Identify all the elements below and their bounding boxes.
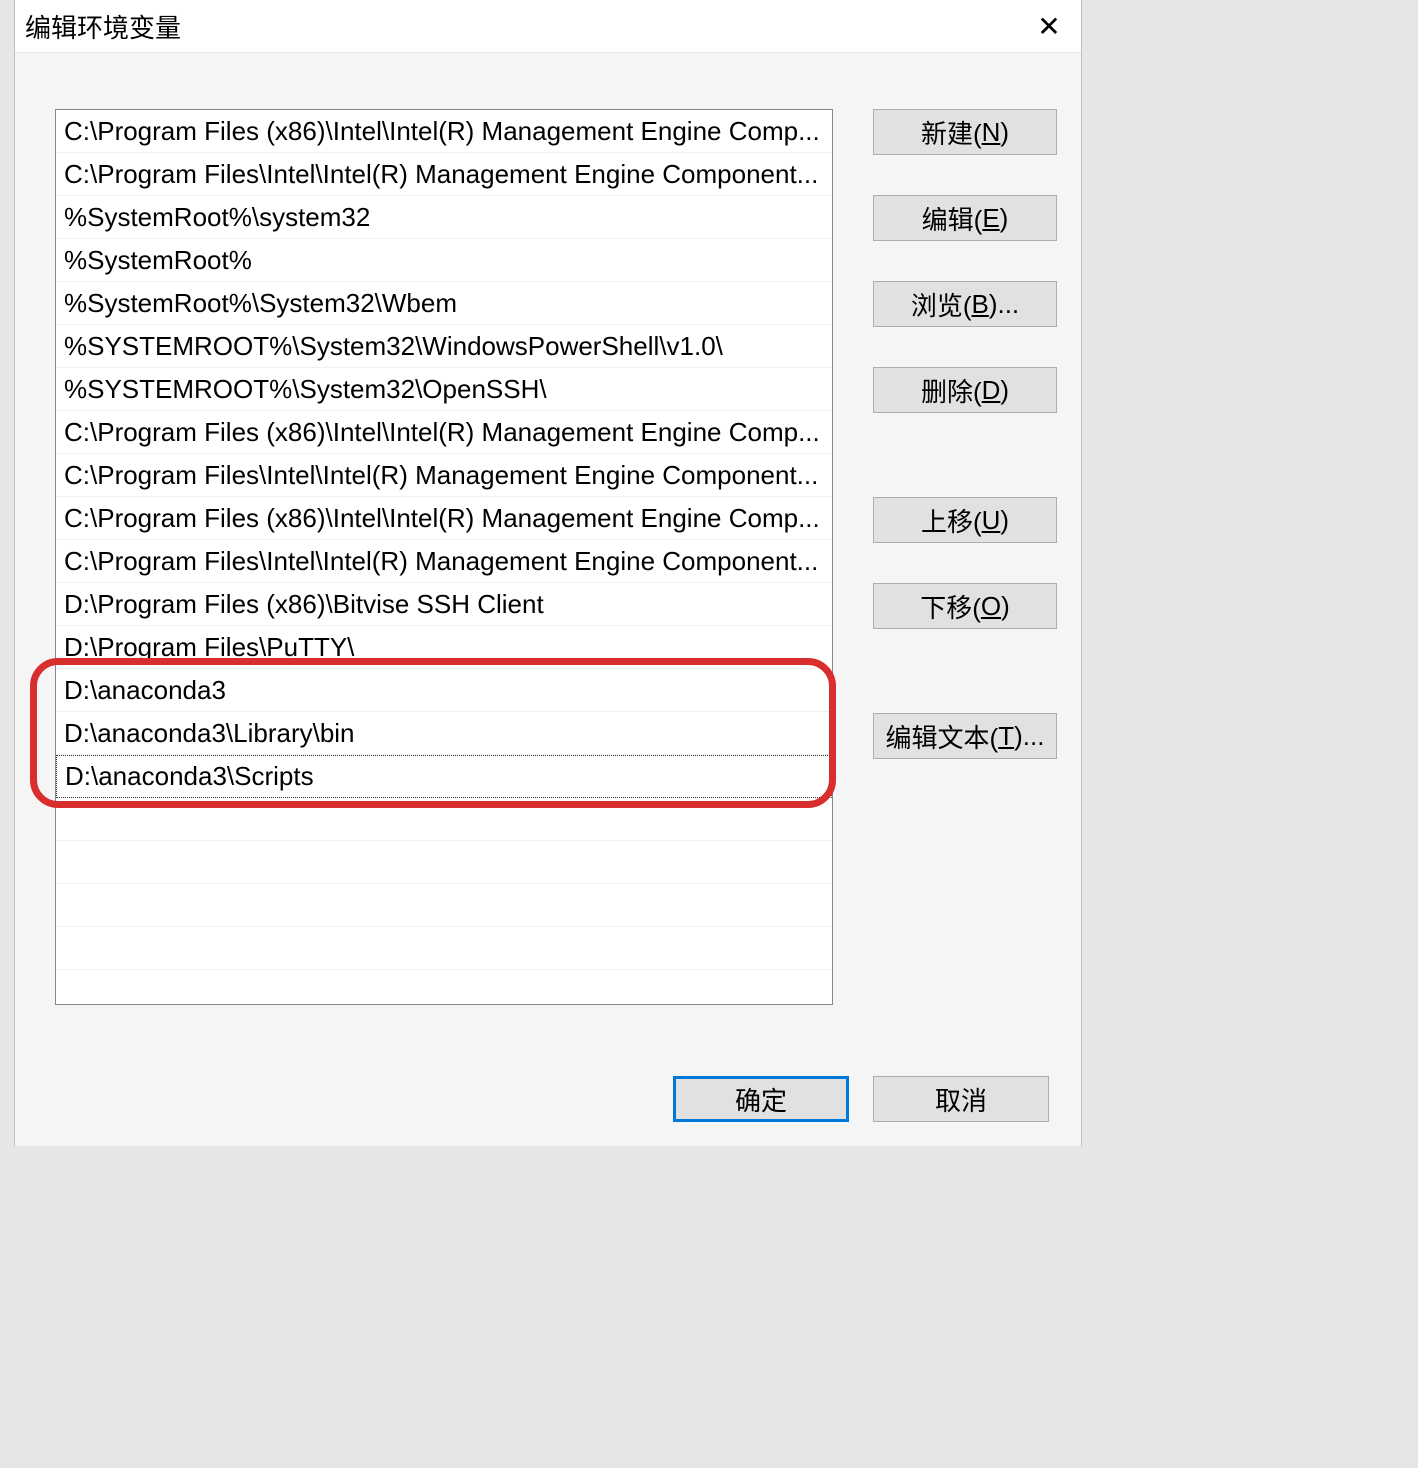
new-button[interactable]: 新建(N) [873,109,1057,155]
list-item[interactable]: C:\Program Files\Intel\Intel(R) Manageme… [56,454,832,497]
dialog-body: C:\Program Files (x86)\Intel\Intel(R) Ma… [15,52,1081,1146]
browse-button[interactable]: 浏览(B)... [873,281,1057,327]
list-item[interactable]: %SystemRoot%\system32 [56,196,832,239]
list-item[interactable]: C:\Program Files (x86)\Intel\Intel(R) Ma… [56,497,832,540]
env-var-dialog: 编辑环境变量 ✕ C:\Program Files (x86)\Intel\In… [14,0,1082,1146]
list-item[interactable] [56,798,832,841]
list-item[interactable]: %SystemRoot%\System32\Wbem [56,282,832,325]
list-item[interactable]: D:\Program Files\PuTTY\ [56,626,832,669]
ok-button[interactable]: 确定 [673,1076,849,1122]
list-item[interactable]: %SYSTEMROOT%\System32\OpenSSH\ [56,368,832,411]
delete-button[interactable]: 删除(D) [873,367,1057,413]
list-item[interactable]: %SystemRoot% [56,239,832,282]
move-down-button[interactable]: 下移(O) [873,583,1057,629]
list-item[interactable]: C:\Program Files (x86)\Intel\Intel(R) Ma… [56,411,832,454]
edit-button[interactable]: 编辑(E) [873,195,1057,241]
list-item[interactable]: D:\anaconda3 [56,669,832,712]
list-item[interactable]: C:\Program Files\Intel\Intel(R) Manageme… [56,540,832,583]
cancel-button[interactable]: 取消 [873,1076,1049,1122]
footer-buttons: 确定 取消 [673,1076,1049,1122]
dialog-title: 编辑环境变量 [25,8,181,45]
list-item[interactable]: %SYSTEMROOT%\System32\WindowsPowerShell\… [56,325,832,368]
list-item[interactable]: C:\Program Files (x86)\Intel\Intel(R) Ma… [56,110,832,153]
path-listbox[interactable]: C:\Program Files (x86)\Intel\Intel(R) Ma… [55,109,833,1005]
list-item[interactable]: D:\anaconda3\Scripts [56,755,832,798]
list-item[interactable] [56,884,832,927]
list-item[interactable] [56,841,832,884]
list-item[interactable]: D:\Program Files (x86)\Bitvise SSH Clien… [56,583,832,626]
side-button-column: 新建(N) 编辑(E) 浏览(B)... 删除(D) 上移(U) 下移(O) 编… [873,109,1057,759]
titlebar[interactable]: 编辑环境变量 ✕ [15,0,1081,52]
edit-text-button[interactable]: 编辑文本(T)... [873,713,1057,759]
list-item[interactable]: D:\anaconda3\Library\bin [56,712,832,755]
list-item[interactable] [56,927,832,970]
list-item[interactable]: C:\Program Files\Intel\Intel(R) Manageme… [56,153,832,196]
move-up-button[interactable]: 上移(U) [873,497,1057,543]
close-icon[interactable]: ✕ [1017,0,1081,52]
